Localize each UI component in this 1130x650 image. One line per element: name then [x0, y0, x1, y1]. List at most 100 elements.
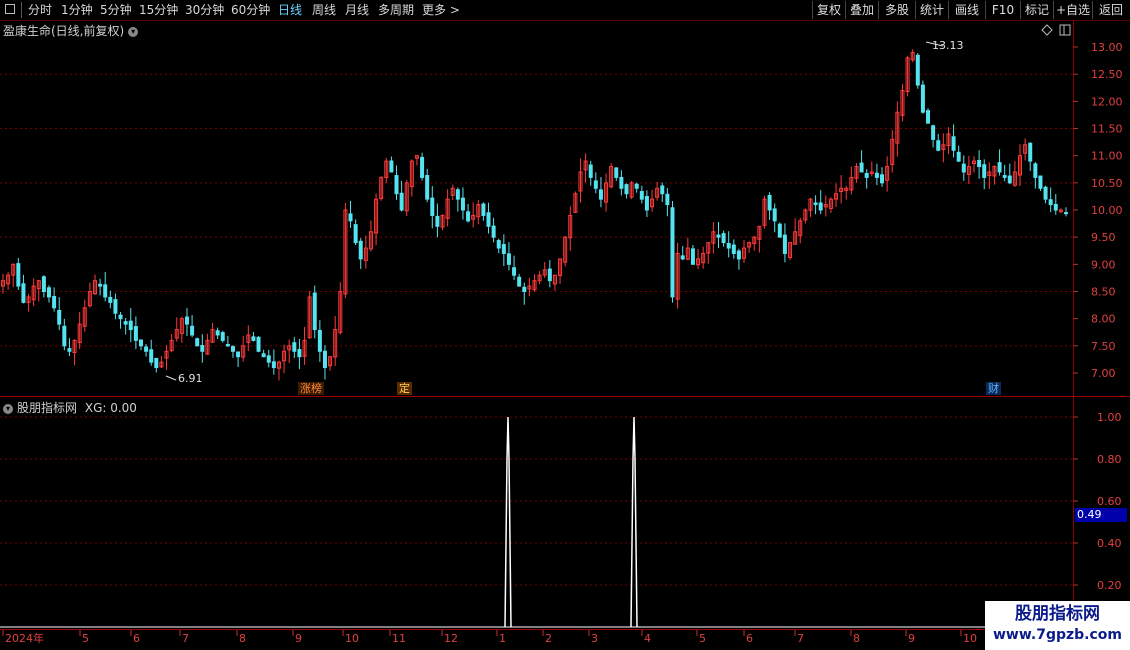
- candle-body: [215, 330, 220, 336]
- candle-body: [21, 283, 26, 303]
- candle-body: [639, 191, 644, 200]
- date-axis: 2024年 5 6 7 8 9 10 11 12 1 2 3 4 5 6 7 8 9 10: [2, 630, 977, 645]
- kline-chart[interactable]: 13.0012.5012.0011.5011.0010.5010.009.509…: [0, 0, 1130, 650]
- candle-body: [236, 351, 241, 358]
- price-tick-label: 7.50: [1091, 340, 1116, 353]
- candle-body: [425, 175, 430, 200]
- candle-body: [113, 299, 118, 314]
- indicator-tick-label: 0.20: [1097, 579, 1122, 592]
- financial-report-marker[interactable]: 财: [986, 382, 1001, 395]
- candle-body: [292, 342, 297, 352]
- candle-body: [859, 162, 864, 173]
- candle-body: [665, 193, 670, 206]
- candle-body: [312, 292, 317, 331]
- date-tick-label: 9: [908, 632, 915, 645]
- candle-body: [261, 353, 266, 358]
- candle-body: [1048, 199, 1053, 206]
- indicator-tick-label: 1.00: [1097, 411, 1122, 424]
- candle-body: [721, 233, 726, 244]
- candle-body: [874, 172, 879, 178]
- candle-body: [460, 197, 465, 211]
- date-tick-label: 2: [545, 632, 552, 645]
- chevron-down-icon[interactable]: ▾: [3, 403, 13, 414]
- candle-body: [420, 156, 425, 178]
- candle-body: [67, 348, 72, 352]
- candle-body: [1043, 186, 1048, 200]
- extreme-pointer-lines: [165, 41, 944, 381]
- candle-body: [184, 316, 189, 325]
- candle-body: [496, 240, 501, 249]
- date-tick-label: 12: [444, 632, 458, 645]
- date-tick-label: 7: [797, 632, 804, 645]
- candle-body: [154, 357, 159, 369]
- current-value-tag: 0.49: [1075, 508, 1127, 522]
- candle-body: [961, 163, 966, 173]
- main-panel-title: 盈康生命(日线,前复权) ▾: [3, 22, 139, 39]
- candle-body: [317, 329, 322, 352]
- date-tick-label: 6: [746, 632, 753, 645]
- low-price-label: 6.91: [178, 372, 203, 385]
- candle-body: [915, 54, 920, 86]
- candle-body: [920, 84, 925, 113]
- candle-body: [1038, 175, 1043, 189]
- expand-panel-icon[interactable]: [1059, 24, 1071, 36]
- candle-body: [1064, 212, 1068, 215]
- candle-body: [144, 346, 149, 352]
- candle-body: [57, 309, 62, 325]
- candle-body: [813, 202, 818, 206]
- candle-body: [644, 196, 649, 211]
- candle-body: [98, 283, 103, 287]
- limit-up-list-marker[interactable]: 涨榜: [298, 382, 324, 395]
- price-tick-label: 11.00: [1091, 150, 1123, 163]
- candle-body: [1002, 175, 1007, 178]
- placement-marker[interactable]: 定: [397, 382, 412, 395]
- candle-body: [389, 160, 394, 173]
- chevron-down-icon[interactable]: ▾: [128, 26, 139, 37]
- candle-body: [951, 136, 956, 151]
- candle-body: [108, 296, 113, 303]
- candle-body: [782, 234, 787, 254]
- price-tick-label: 8.50: [1091, 286, 1116, 299]
- candle-body: [297, 349, 302, 358]
- candle-body: [123, 321, 128, 325]
- candle-body: [880, 174, 885, 184]
- indicator-panel-title: ▾ 股朋指标网 XG: 0.00: [3, 399, 137, 416]
- candle-body: [220, 332, 225, 341]
- signal-spike: [630, 416, 638, 628]
- date-tick-label: 11: [392, 632, 406, 645]
- price-tick-label: 11.50: [1091, 123, 1123, 136]
- candle-body: [266, 355, 271, 363]
- date-tick-label: 5: [82, 632, 89, 645]
- candle-body: [936, 140, 941, 151]
- candle-body: [256, 336, 261, 352]
- candle-body: [348, 213, 353, 222]
- candle-body: [680, 255, 685, 260]
- candle-body: [588, 164, 593, 178]
- candle-body: [430, 197, 435, 216]
- candle-body: [614, 167, 619, 178]
- candle-body: [138, 339, 143, 347]
- candle-body: [399, 192, 404, 211]
- price-tick-label: 10.50: [1091, 177, 1123, 190]
- candle-body: [1033, 163, 1038, 178]
- date-tick-label: 8: [239, 632, 246, 645]
- candle-body: [62, 325, 67, 347]
- diamond-icon[interactable]: [1041, 24, 1053, 36]
- stock-name-label: 盈康生命(日线,前复权): [3, 24, 125, 38]
- candle-body: [716, 234, 721, 238]
- candle-body: [997, 162, 1002, 173]
- indicator-tick-label: 0.60: [1097, 495, 1122, 508]
- main-grid: [0, 73, 1073, 347]
- candle-body: [491, 225, 496, 238]
- price-tick-label: 7.00: [1091, 367, 1116, 380]
- candle-body: [41, 276, 46, 293]
- price-tick-label: 9.50: [1091, 231, 1116, 244]
- candle-body: [777, 223, 782, 238]
- indicator-name-label[interactable]: 股朋指标网: [17, 401, 77, 415]
- candle-body: [103, 284, 108, 298]
- candle-body: [547, 268, 552, 282]
- price-axis: 13.00 12.50 12.00 11.50 11.00 10.50 10.00 9.50 9…: [1073, 41, 1123, 380]
- candle-body: [634, 183, 639, 189]
- price-tick-label: 12.50: [1091, 68, 1123, 81]
- candle-body: [118, 314, 123, 320]
